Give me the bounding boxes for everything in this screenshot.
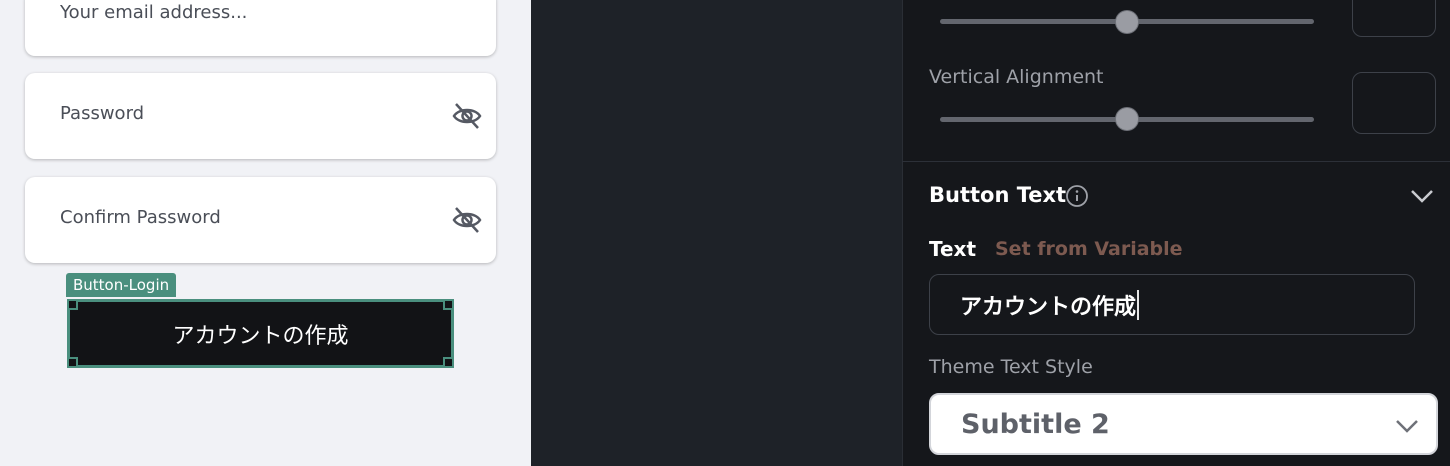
- set-from-variable-link[interactable]: Set from Variable: [995, 238, 1183, 260]
- canvas-area: Your email address... Password Confirm P…: [0, 0, 531, 466]
- resize-handle-tl[interactable]: [67, 299, 78, 310]
- vertical-alignment-slider-thumb[interactable]: [1116, 108, 1138, 130]
- resize-handle-bl[interactable]: [67, 357, 78, 368]
- email-field[interactable]: Your email address...: [25, 0, 496, 56]
- password-field[interactable]: Password: [25, 73, 496, 159]
- info-icon[interactable]: [1065, 184, 1089, 208]
- editor-background: [531, 0, 902, 466]
- button-text-input-value: アカウントの作成: [960, 294, 1137, 320]
- resize-handle-br[interactable]: [443, 357, 454, 368]
- button-text-input[interactable]: アカウントの作成: [929, 274, 1415, 335]
- horizontal-alignment-value-box[interactable]: [1352, 0, 1436, 37]
- eye-off-icon[interactable]: [452, 101, 482, 131]
- confirm-password-field[interactable]: Confirm Password: [25, 177, 496, 263]
- vertical-alignment-label: Vertical Alignment: [929, 66, 1104, 88]
- selected-widget-label: Button-Login: [66, 273, 177, 297]
- theme-text-style-dropdown[interactable]: Subtitle 2: [929, 393, 1438, 455]
- theme-text-style-label: Theme Text Style: [929, 356, 1093, 378]
- chevron-down-icon: [1394, 413, 1420, 435]
- create-account-button-label: アカウントの作成: [172, 323, 349, 349]
- section-divider: [902, 161, 1450, 162]
- email-placeholder: Your email address...: [60, 2, 248, 23]
- vertical-alignment-value-box[interactable]: [1352, 72, 1436, 134]
- text-caret: [1137, 289, 1140, 320]
- eye-off-icon[interactable]: [452, 205, 482, 235]
- create-account-button[interactable]: アカウントの作成: [67, 299, 454, 368]
- resize-handle-tr[interactable]: [443, 299, 454, 310]
- theme-text-style-value: Subtitle 2: [961, 408, 1110, 440]
- horizontal-alignment-slider-thumb[interactable]: [1116, 11, 1138, 33]
- confirm-password-placeholder: Confirm Password: [60, 207, 221, 228]
- button-text-section-title: Button Text: [929, 183, 1067, 207]
- section-collapse-icon[interactable]: [1409, 185, 1435, 207]
- text-label: Text: [929, 237, 977, 261]
- password-placeholder: Password: [60, 103, 145, 124]
